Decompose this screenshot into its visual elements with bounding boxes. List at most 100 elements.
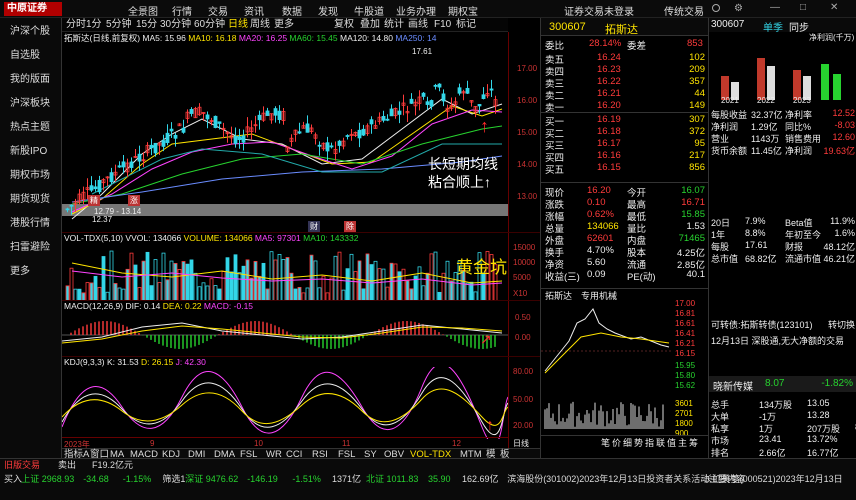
- sidebar-item-options[interactable]: 期权市场: [0, 164, 62, 188]
- tab-15min[interactable]: 15分: [136, 19, 157, 31]
- intraday-bottom-tab[interactable]: 势: [634, 436, 643, 449]
- fin-tab-yoy[interactable]: 同步: [789, 19, 809, 34]
- ask-row[interactable]: 卖二 16.21 44: [541, 88, 709, 102]
- intraday-panel[interactable]: 拓斯达 专用机械 17.00 16.81 16.61 16.41 16.21 16.15 1…: [540, 288, 709, 458]
- ticker-item[interactable]: 35.90: [428, 473, 451, 485]
- intraday-bottom-tab[interactable]: 笔: [601, 436, 610, 449]
- ticker-item[interactable]: -1.15%: [123, 473, 152, 485]
- intraday-bottom-tab[interactable]: 联: [656, 436, 665, 449]
- intraday-bottom-tab[interactable]: 值: [667, 436, 676, 449]
- volume-bar: [269, 251, 274, 301]
- hot-stock-row[interactable]: 晓新传媒 8.07 -1.82%: [709, 376, 856, 393]
- tab-intraday[interactable]: 分时: [66, 19, 86, 31]
- volume-bar: [401, 268, 406, 301]
- ticker-item[interactable]: 筛选1: [162, 473, 185, 485]
- menu-item-niugudao[interactable]: 牛股道: [354, 3, 384, 18]
- kline-pane[interactable]: 拓斯达(日线,前复权) MA5: 15.96 MA10: 16.18 MA20:…: [62, 32, 540, 232]
- menu-item-news[interactable]: 资讯: [244, 3, 264, 18]
- trade-login-status[interactable]: 证券交易未登录: [564, 3, 634, 18]
- candle-body: [465, 87, 470, 94]
- bid-volume: 307: [689, 114, 705, 125]
- ticker-item[interactable]: 1371亿: [332, 473, 361, 485]
- sidebar-item-hk[interactable]: 港股行情: [0, 212, 62, 236]
- sidebar-item-futures[interactable]: 期货现货: [0, 188, 62, 212]
- menu-item-options[interactable]: 期权宝: [448, 3, 478, 18]
- ticker-item[interactable]: -1.51%: [292, 473, 321, 485]
- news-row[interactable]: 12月13日 深股通,无大净额的交易: [709, 334, 856, 348]
- intraday-bottom-tab[interactable]: 价: [612, 436, 621, 449]
- sidebar-item-my-layout[interactable]: 我的版面: [0, 68, 62, 92]
- kdj-pane[interactable]: KDJ(9,3,3) K: 31.53 D: 26.15 J: 42.30 ↑ …: [62, 356, 540, 449]
- tab-weekly[interactable]: 周线: [250, 19, 270, 31]
- menu-item-trade[interactable]: 交易: [208, 3, 228, 18]
- status-item[interactable]: F19.2亿元: [92, 459, 133, 471]
- maximize-icon[interactable]: □: [800, 2, 806, 13]
- tab-daily[interactable]: 日线: [228, 19, 248, 31]
- event-marker-4[interactable]: 除: [344, 221, 356, 232]
- sidebar-item-ipo[interactable]: 新股IPO: [0, 140, 62, 164]
- sidebar-item-more[interactable]: 更多: [0, 260, 62, 284]
- tab-more[interactable]: 更多: [274, 19, 294, 31]
- volume-pane[interactable]: VOL-TDX(5,10) VVOL: 134066 VOLUME: 13406…: [62, 232, 540, 301]
- tab-30min[interactable]: 30分钟: [160, 19, 191, 31]
- macd-pane[interactable]: MACD(12,26,9) DIF: 0.14 DEA: 0.22 MACD: …: [62, 300, 540, 357]
- adjust-button[interactable]: 复权: [334, 19, 354, 31]
- ticker-item[interactable]: 北证 1011.83: [366, 473, 418, 485]
- menu-item-discover[interactable]: 发现: [318, 3, 338, 18]
- minimize-icon[interactable]: —: [770, 2, 780, 13]
- fin-tab-profit[interactable]: 净利润(千万): [809, 32, 854, 43]
- bid-row[interactable]: 买五 16.15 856: [541, 162, 709, 176]
- fin-tab-quarter[interactable]: 单季: [763, 19, 783, 34]
- volume-bar: [153, 259, 158, 301]
- ticker-item[interactable]: -146.19: [247, 473, 278, 485]
- event-marker-2[interactable]: 涨: [128, 195, 140, 206]
- draw-button[interactable]: 画线: [408, 19, 428, 31]
- ticker-item[interactable]: 买入: [4, 473, 22, 485]
- sidebar-item-risk[interactable]: 扫雷避险: [0, 236, 62, 260]
- tab-5min[interactable]: 5分钟: [106, 19, 132, 31]
- ticker-item[interactable]: 上证 2968.93: [21, 473, 74, 485]
- ask-row[interactable]: 卖五 16.24 102: [541, 52, 709, 66]
- bond-row[interactable]: 可转债:拓斯转债(123101) 转切换: [709, 318, 856, 332]
- sidebar-item-stocks[interactable]: 沪深个股: [0, 20, 62, 44]
- tab-60min[interactable]: 60分钟: [194, 19, 225, 31]
- overlay-button[interactable]: 叠加: [360, 19, 380, 31]
- menu-item-market[interactable]: 行情: [172, 3, 192, 18]
- sidebar-item-hot-topics[interactable]: 热点主题: [0, 116, 62, 140]
- menu-item-classic-trade[interactable]: 传统交易: [664, 3, 704, 18]
- bid-row[interactable]: 买四 16.16 217: [541, 150, 709, 164]
- status-item[interactable]: 旧版交易: [4, 459, 40, 471]
- f10-button[interactable]: F10: [434, 19, 451, 31]
- menu-item-data[interactable]: 数据: [282, 3, 302, 18]
- ticker-item[interactable]: -34.68: [83, 473, 109, 485]
- ticker-item[interactable]: 长虹美菱(000521)2023年12月13日: [704, 473, 843, 485]
- bid-row[interactable]: 买二 16.18 372: [541, 126, 709, 140]
- mark-button[interactable]: 标记: [456, 19, 476, 31]
- sidebar-item-sectors[interactable]: 沪深板块: [0, 92, 62, 116]
- ask-row[interactable]: 卖三 16.22 357: [541, 76, 709, 90]
- ticker-item[interactable]: 162.69亿: [462, 473, 499, 485]
- intraday-bottom-tab[interactable]: 细: [623, 436, 632, 449]
- status-item[interactable]: 卖出: [58, 459, 76, 471]
- intraday-bottom-tab[interactable]: 指: [645, 436, 654, 449]
- intraday-bottom-tab[interactable]: 主: [678, 436, 687, 449]
- menu-item-overview[interactable]: 全景图: [128, 3, 158, 18]
- menu-item-business[interactable]: 业务办理: [396, 3, 436, 18]
- bid-row[interactable]: 买一 16.19 307: [541, 114, 709, 128]
- ask-row[interactable]: 卖四 16.23 209: [541, 64, 709, 78]
- dif-line: [62, 322, 503, 342]
- gear-icon[interactable]: ⚙: [734, 3, 743, 14]
- volume-bar: [329, 277, 334, 301]
- intraday-bottom-tab[interactable]: 筹: [689, 436, 698, 449]
- ticker-item[interactable]: 深证 9476.62: [185, 473, 238, 485]
- event-marker-3[interactable]: 财: [308, 221, 320, 232]
- tab-1min[interactable]: 1分: [86, 19, 102, 31]
- event-marker-1[interactable]: 精: [88, 195, 100, 206]
- bid-row[interactable]: 买三 16.17 95: [541, 138, 709, 152]
- bond-switch-button[interactable]: 转切换: [828, 318, 855, 331]
- stats-button[interactable]: 统计: [384, 19, 404, 31]
- user-icon[interactable]: [712, 4, 720, 12]
- sidebar-item-watchlist[interactable]: 自选股: [0, 44, 62, 68]
- ask-row[interactable]: 卖一 16.20 149: [541, 100, 709, 114]
- close-icon[interactable]: ✕: [830, 2, 838, 13]
